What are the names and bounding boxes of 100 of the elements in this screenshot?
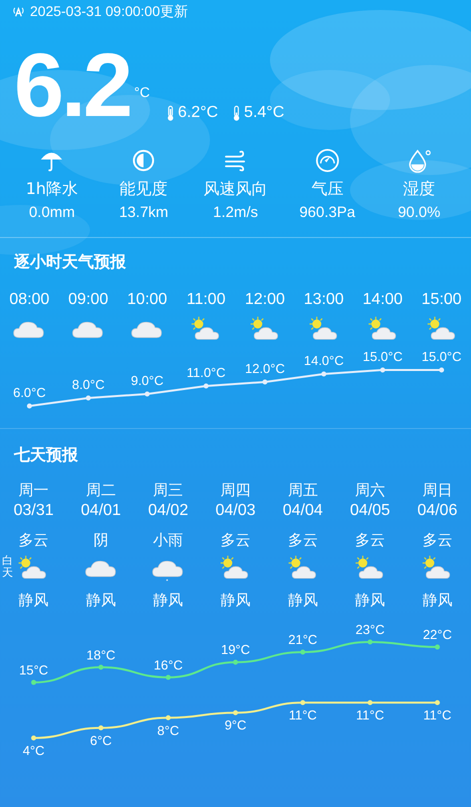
stat-label: 湿度 <box>403 179 436 200</box>
weekday: 周五 <box>288 480 318 500</box>
data-point <box>434 644 440 650</box>
weekday: 周二 <box>86 480 116 500</box>
temperature-label: 12.0°C <box>245 361 285 376</box>
weather-condition: 多云 <box>288 530 318 550</box>
antenna-icon <box>12 6 25 18</box>
data-point <box>233 660 238 665</box>
stat-label: 风速风向 <box>203 179 268 200</box>
hour-time: 12:00 <box>244 291 285 309</box>
temperature-label: 9°C <box>224 718 246 733</box>
data-point <box>368 700 373 706</box>
data-point <box>439 368 444 372</box>
temperature-label: 22°C <box>422 627 452 642</box>
hour-time: 15:00 <box>422 291 462 309</box>
wind-label: 静风 <box>220 590 250 610</box>
temperature-unit: °C <box>134 84 150 100</box>
data-point <box>31 736 36 740</box>
stat-label: 能见度 <box>120 179 168 200</box>
weekday: 周四 <box>220 480 250 500</box>
weekday: 周一 <box>18 480 49 500</box>
temperature-label: 11.0°C <box>186 365 226 380</box>
date: 04/03 <box>215 501 256 521</box>
stat-label: 1h降水 <box>26 179 78 200</box>
data-point <box>434 700 440 706</box>
thermometer-icon <box>232 104 242 122</box>
temperature-label: 9.0°C <box>130 373 164 388</box>
period-label: 白天 <box>2 554 14 580</box>
temperature-label: 23°C <box>356 622 385 637</box>
temperature-label: 6°C <box>90 732 112 748</box>
stat-value: 90.0% <box>398 204 440 221</box>
stat-value: 960.3Pa <box>299 204 356 221</box>
current-temperature: 6.2 <box>14 48 130 124</box>
stat-value: 0.0mm <box>28 204 75 221</box>
temperature-label: 15.0°C <box>362 349 403 364</box>
data-point <box>98 664 104 670</box>
data-point <box>204 384 209 388</box>
section-title: 七天预报 <box>12 445 79 466</box>
temperature-label: 19°C <box>220 642 250 658</box>
data-point <box>233 710 238 716</box>
temperature-label: 8.0°C <box>72 377 105 392</box>
weather-condition: 小雨 <box>153 530 184 550</box>
section-title: 逐小时天气预报 <box>13 252 127 273</box>
date: 04/02 <box>148 501 188 521</box>
date: 04/06 <box>417 501 458 521</box>
date: 04/05 <box>350 501 390 521</box>
temperature-label: 21°C <box>288 632 318 648</box>
wind-label: 静风 <box>153 590 184 610</box>
stat-value: 1.2m/s <box>212 204 258 221</box>
data-point <box>166 674 171 680</box>
data-point <box>321 372 326 376</box>
temperature-label: 11°C <box>423 708 452 723</box>
hour-time: 11:00 <box>186 291 226 309</box>
wind-label: 静风 <box>18 590 49 610</box>
hour-time: 08:00 <box>9 291 50 309</box>
temperature-label: 18°C <box>86 647 116 662</box>
stat-label: 气压 <box>311 179 344 200</box>
date: 04/04 <box>282 501 323 521</box>
data-point <box>380 368 386 372</box>
date: 04/01 <box>80 501 121 521</box>
wind-icon <box>222 148 248 173</box>
date: 03/31 <box>14 501 54 521</box>
data-point <box>262 380 268 384</box>
weather-condition: 多云 <box>18 530 49 550</box>
update-time: 2025-03-31 09:00:00更新 <box>30 3 188 21</box>
wind-label: 静风 <box>422 590 452 610</box>
temperature-label: 4°C <box>22 743 45 758</box>
hour-time: 14:00 <box>362 291 403 309</box>
data-point <box>368 640 373 644</box>
weather-condition: 多云 <box>422 530 452 550</box>
temperature-label: 15.0°C <box>422 349 462 364</box>
hour-time: 09:00 <box>68 291 108 309</box>
weekday: 周日 <box>422 480 452 500</box>
data-point <box>144 392 150 396</box>
temperature-label: 6.0°C <box>13 385 46 400</box>
data-point <box>300 650 306 655</box>
temperature-label: 16°C <box>154 657 183 672</box>
weekday: 周六 <box>355 480 386 500</box>
hour-time: 10:00 <box>127 291 168 309</box>
data-point <box>98 725 104 730</box>
temperature-label: 11°C <box>288 708 317 723</box>
weather-condition: 多云 <box>220 530 250 550</box>
data-point <box>86 396 91 400</box>
wind-label: 静风 <box>288 590 318 610</box>
wind-label: 静风 <box>355 590 386 610</box>
data-point <box>300 700 306 706</box>
hour-time: 13:00 <box>304 291 344 309</box>
stat-value: 13.7km <box>119 204 168 221</box>
thermometer-icon <box>166 104 175 122</box>
temperature-reading: 6.2°C <box>178 104 218 122</box>
gauge-icon <box>314 148 340 173</box>
data-point <box>26 404 32 408</box>
data-point <box>31 680 36 685</box>
temperature-label: 8°C <box>157 722 180 738</box>
weather-condition: 阴 <box>93 530 108 550</box>
weather-condition: 多云 <box>355 530 386 550</box>
data-point <box>166 715 171 720</box>
temperature-label: 14.0°C <box>304 353 344 368</box>
temperature-label: 15°C <box>19 662 48 678</box>
wind-label: 静风 <box>86 590 116 610</box>
